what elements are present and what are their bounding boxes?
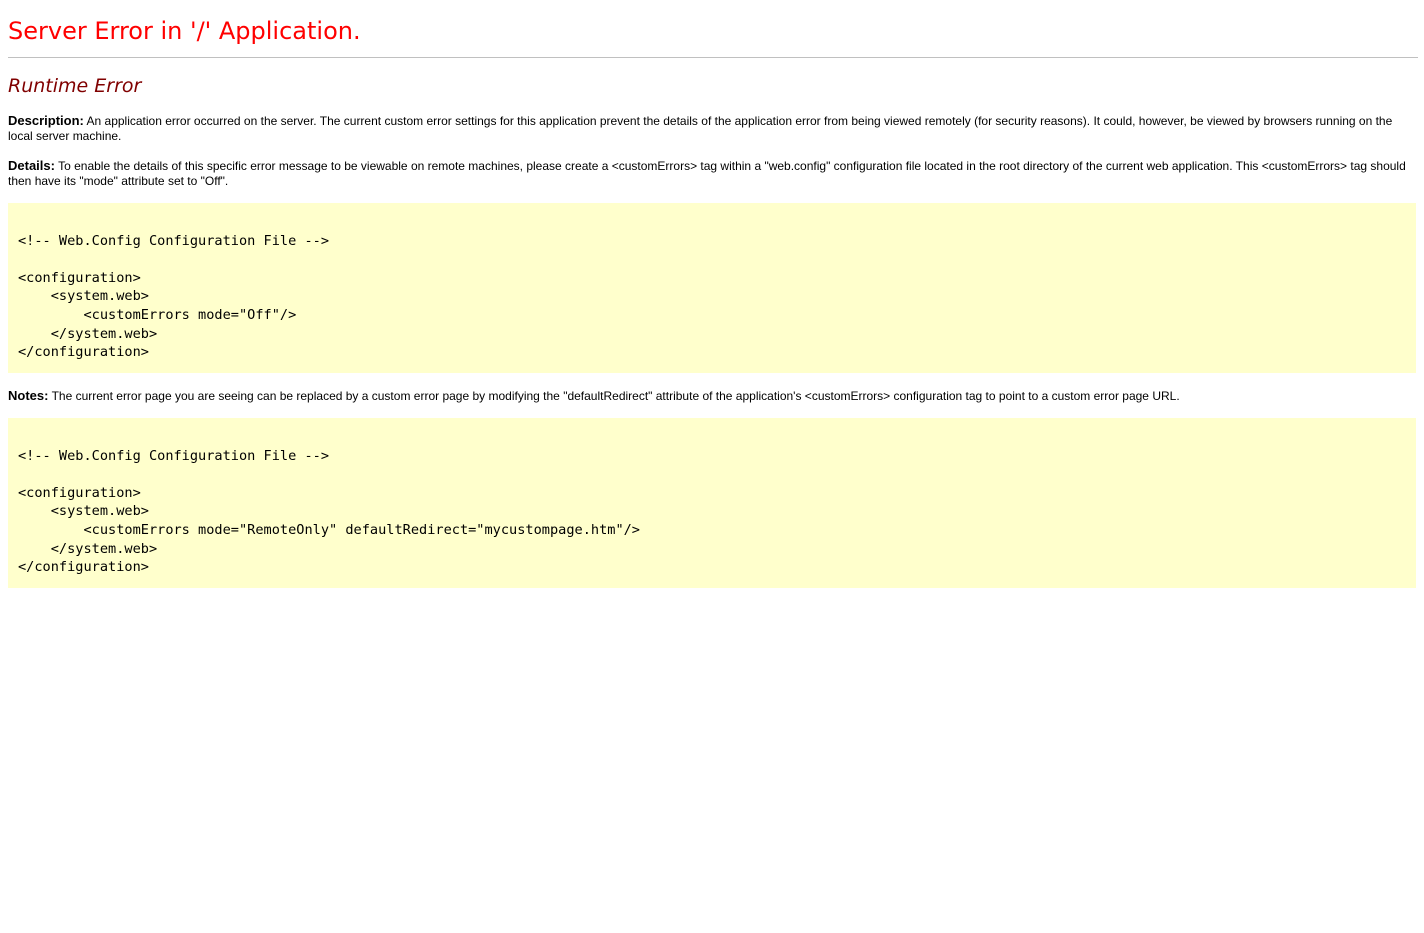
divider	[8, 57, 1418, 58]
notes-text: The current error page you are seeing ca…	[48, 389, 1180, 403]
error-subtitle: Runtime Error	[8, 75, 142, 97]
details-label: Details:	[8, 158, 55, 173]
details-text: To enable the details of this specific e…	[8, 159, 1406, 188]
notes-label: Notes:	[8, 388, 49, 403]
config-code-block-remoteonly: <!-- Web.Config Configuration File --> <…	[8, 418, 1416, 588]
config-code-block-off: <!-- Web.Config Configuration File --> <…	[8, 203, 1416, 373]
page-title: Server Error in '/' Application.	[8, 17, 361, 45]
notes-paragraph: Notes: The current error page you are se…	[8, 388, 1408, 404]
config-code-remoteonly: <!-- Web.Config Configuration File --> <…	[18, 447, 640, 576]
description-text: An application error occurred on the ser…	[8, 114, 1393, 143]
config-code-off: <!-- Web.Config Configuration File --> <…	[18, 232, 329, 361]
description-paragraph: Description: An application error occurr…	[8, 113, 1408, 144]
description-label: Description:	[8, 113, 84, 128]
details-paragraph: Details: To enable the details of this s…	[8, 158, 1408, 189]
